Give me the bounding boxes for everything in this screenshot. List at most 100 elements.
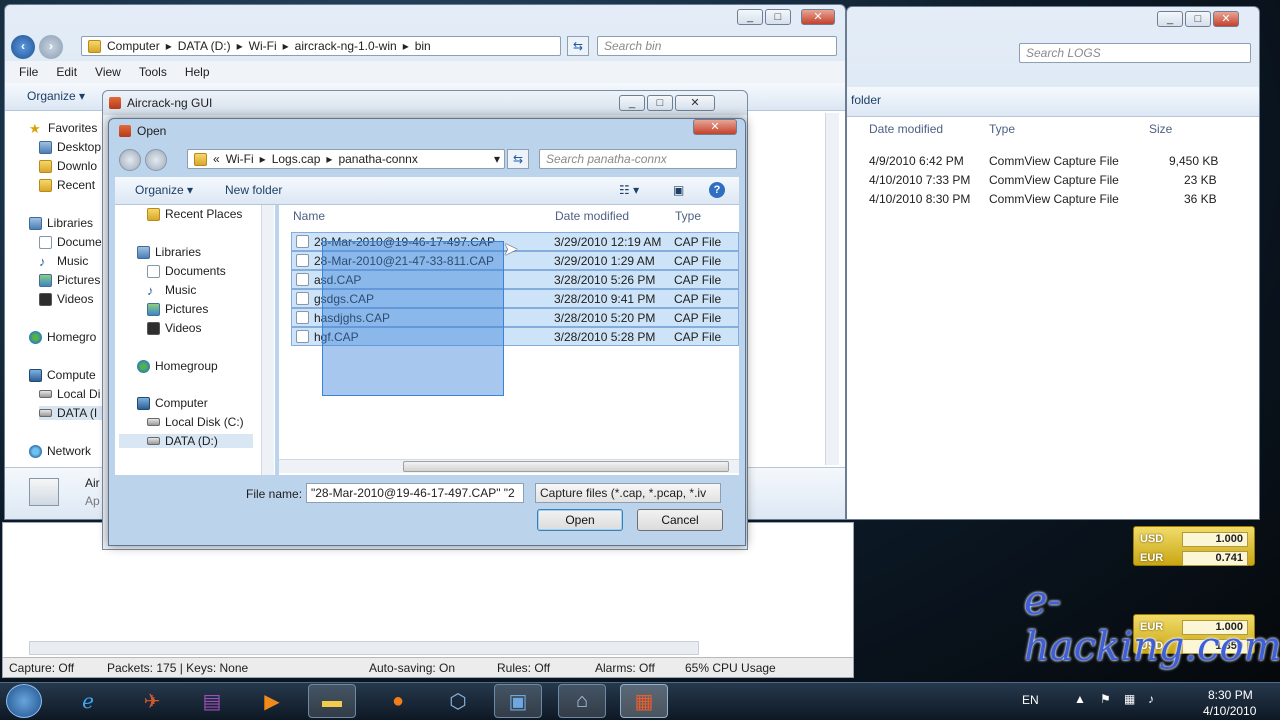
- organize-button[interactable]: Organize ▾: [27, 89, 85, 103]
- nav-documents[interactable]: Documents: [147, 264, 226, 278]
- nav-homegroup[interactable]: Homegro: [29, 330, 96, 344]
- minimize-button[interactable]: _: [1157, 11, 1183, 27]
- folder-label[interactable]: folder: [851, 93, 881, 107]
- menu-edit[interactable]: Edit: [56, 65, 77, 79]
- nav-videos[interactable]: Videos: [147, 321, 201, 335]
- nav-downloads[interactable]: Downlo: [39, 159, 97, 173]
- breadcrumb-item[interactable]: Logs.cap: [272, 152, 321, 166]
- firefox-icon[interactable]: ●: [374, 684, 422, 718]
- column-type[interactable]: Type: [989, 122, 1015, 136]
- nav-recent[interactable]: Recent: [39, 178, 95, 192]
- menu-file[interactable]: File: [19, 65, 38, 79]
- forward-button[interactable]: ›: [39, 35, 63, 59]
- help-icon[interactable]: ?: [709, 182, 725, 198]
- column-date-modified[interactable]: Date modified: [555, 209, 629, 223]
- breadcrumb-item[interactable]: Wi-Fi: [226, 152, 254, 166]
- refresh-button[interactable]: ⇆: [507, 149, 529, 169]
- table-row[interactable]: 9,450 KB: [1169, 151, 1218, 170]
- windows-explorer-icon[interactable]: ▬: [308, 684, 356, 718]
- forward-button[interactable]: [145, 149, 167, 171]
- search-input[interactable]: Search panatha-connx: [539, 149, 737, 169]
- nav-pictures[interactable]: Pictures: [147, 302, 208, 316]
- nav-network[interactable]: Network: [29, 444, 91, 458]
- table-row[interactable]: 4/9/2010 6:42 PM: [869, 151, 964, 170]
- file-type-select[interactable]: Capture files (*.cap, *.pcap, *.iv: [535, 483, 721, 503]
- breadcrumb-item[interactable]: panatha-connx: [338, 152, 417, 166]
- new-folder-button[interactable]: New folder: [225, 183, 282, 197]
- internet-explorer-icon[interactable]: ℯ: [64, 684, 112, 718]
- network-tray-icon[interactable]: ▦: [1124, 692, 1135, 706]
- table-row[interactable]: CommView Capture File: [989, 151, 1119, 170]
- flag-icon[interactable]: ⚑: [1100, 692, 1111, 706]
- view-options-icon[interactable]: ☷ ▾: [619, 183, 639, 197]
- nav-pictures[interactable]: Pictures: [39, 273, 100, 287]
- cancel-button[interactable]: Cancel: [637, 509, 723, 531]
- chevron-down-icon[interactable]: ▾: [494, 152, 504, 166]
- winrar-taskbar-icon[interactable]: ▤: [188, 684, 236, 718]
- column-date-modified[interactable]: Date modified: [869, 122, 943, 136]
- nav-libraries[interactable]: Libraries: [29, 216, 93, 230]
- preview-pane-icon[interactable]: ▣: [673, 183, 684, 197]
- breadcrumb-overflow[interactable]: «: [213, 152, 220, 166]
- clock-time[interactable]: 8:30 PM: [1208, 688, 1253, 702]
- scrollbar-thumb[interactable]: [403, 461, 729, 472]
- nav-local-disk[interactable]: Local Di: [39, 387, 100, 401]
- vertical-scrollbar[interactable]: [825, 113, 839, 465]
- commview-taskbar-icon[interactable]: ▣: [494, 684, 542, 718]
- nav-documents[interactable]: Docume: [39, 235, 102, 249]
- minimize-button[interactable]: _: [619, 95, 645, 111]
- breadcrumb-item[interactable]: Computer: [107, 39, 160, 53]
- virtualbox-icon[interactable]: ⬡: [434, 684, 482, 718]
- open-button[interactable]: Open: [537, 509, 623, 531]
- breadcrumb-item[interactable]: bin: [415, 39, 431, 53]
- table-row[interactable]: CommView Capture File: [989, 170, 1119, 189]
- show-hidden-icons-icon[interactable]: ▲: [1074, 692, 1086, 706]
- search-input[interactable]: Search LOGS: [1019, 43, 1251, 63]
- close-button[interactable]: ✕: [801, 9, 835, 25]
- media-player-icon[interactable]: ▶: [248, 684, 296, 718]
- column-name[interactable]: Name: [293, 209, 325, 223]
- horizontal-scrollbar[interactable]: [29, 641, 699, 655]
- network-tool-icon[interactable]: ⌂: [558, 684, 606, 718]
- organize-button[interactable]: Organize ▾: [135, 183, 193, 197]
- nav-desktop[interactable]: Desktop: [39, 140, 101, 154]
- nav-computer[interactable]: Compute: [29, 368, 96, 382]
- refresh-button[interactable]: ⇆: [567, 36, 589, 56]
- nav-data-disk[interactable]: DATA (I: [39, 406, 104, 420]
- menu-tools[interactable]: Tools: [139, 65, 167, 79]
- nav-scrollbar[interactable]: [261, 205, 274, 475]
- file-name-input[interactable]: "28-Mar-2010@19-46-17-497.CAP" "2: [306, 483, 524, 503]
- nav-recent-places[interactable]: Recent Places: [147, 207, 242, 221]
- table-row[interactable]: 4/10/2010 8:30 PM: [869, 189, 970, 208]
- language-indicator[interactable]: EN: [1022, 693, 1039, 707]
- search-input[interactable]: Search bin: [597, 36, 837, 56]
- nav-data-disk[interactable]: DATA (D:): [119, 434, 253, 448]
- maximize-button[interactable]: □: [765, 9, 791, 25]
- breadcrumb-item[interactable]: aircrack-ng-1.0-win: [295, 39, 397, 53]
- column-type[interactable]: Type: [675, 209, 701, 223]
- maximize-button[interactable]: □: [647, 95, 673, 111]
- close-button[interactable]: ✕: [693, 119, 737, 135]
- aircrack-gui-taskbar-icon[interactable]: ▦: [620, 684, 668, 718]
- horizontal-scrollbar[interactable]: [279, 459, 739, 473]
- close-button[interactable]: ✕: [675, 95, 715, 111]
- nav-local-disk[interactable]: Local Disk (C:): [147, 415, 244, 429]
- table-row[interactable]: 4/10/2010 7:33 PM: [869, 170, 970, 189]
- address-bar[interactable]: « Wi-Fi ▸ Logs.cap ▸ panatha-connx ▾: [187, 149, 505, 169]
- nav-music[interactable]: ♪ Music: [39, 254, 88, 268]
- back-button[interactable]: [119, 149, 141, 171]
- start-button[interactable]: [6, 684, 42, 718]
- back-button[interactable]: ‹: [11, 35, 35, 59]
- maximize-button[interactable]: □: [1185, 11, 1211, 27]
- nav-homegroup[interactable]: Homegroup: [137, 359, 218, 373]
- nav-libraries[interactable]: Libraries: [137, 245, 201, 259]
- breadcrumb-item[interactable]: DATA (D:): [178, 39, 231, 53]
- nav-music[interactable]: ♪ Music: [147, 283, 196, 297]
- address-bar[interactable]: Computer ▸ DATA (D:) ▸ Wi-Fi ▸ aircrack-ng-…: [81, 36, 561, 56]
- clock-date[interactable]: 4/10/2010: [1203, 704, 1256, 718]
- table-row[interactable]: CommView Capture File: [989, 189, 1119, 208]
- minimize-button[interactable]: _: [737, 9, 763, 25]
- nav-videos[interactable]: Videos: [39, 292, 93, 306]
- column-size[interactable]: Size: [1149, 122, 1172, 136]
- table-row[interactable]: 23 KB: [1184, 170, 1217, 189]
